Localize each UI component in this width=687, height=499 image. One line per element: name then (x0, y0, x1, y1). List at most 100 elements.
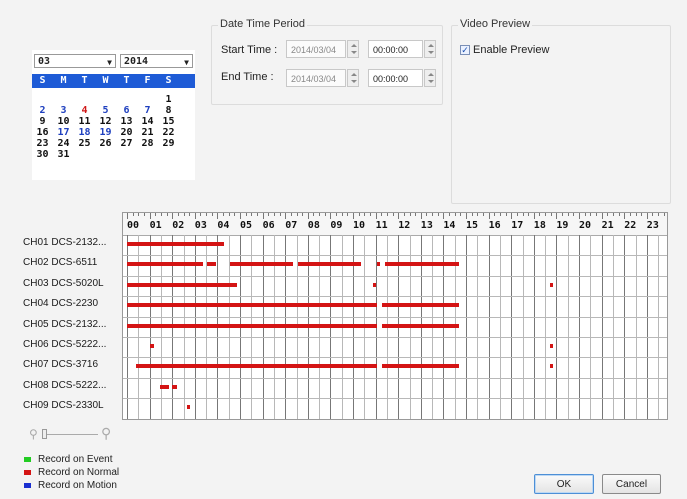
calendar-day[interactable]: 16 (32, 127, 53, 138)
weekday-header: SMTWTFS (32, 74, 195, 88)
date-time-period-group: Date Time Period (211, 18, 443, 105)
calendar-day[interactable]: 2 (32, 105, 53, 116)
ruler-tick (663, 213, 665, 216)
calendar-day[interactable]: 9 (32, 116, 53, 127)
calendar-day[interactable]: 8 (158, 105, 179, 116)
calendar-day[interactable]: 5 (95, 105, 116, 116)
calendar-day[interactable]: 19 (95, 127, 116, 138)
calendar-day[interactable]: 27 (116, 138, 137, 149)
grid-line-horizontal (123, 377, 667, 379)
recording-segment[interactable] (382, 303, 460, 308)
ruler-tick (290, 213, 292, 216)
ok-button[interactable]: OK (534, 474, 594, 494)
recording-timeline[interactable]: 00 01 02 03 04 05 06 07 08 09 10 11 12 13 14 15 16 17 18 19… (122, 212, 668, 420)
recording-segment[interactable] (136, 364, 377, 369)
calendar-day[interactable]: 13 (116, 116, 137, 127)
calendar-day[interactable]: 26 (95, 138, 116, 149)
calendar-day[interactable]: 3 (53, 105, 74, 116)
end-time-spinner[interactable] (424, 69, 436, 87)
recording-segment[interactable] (127, 262, 203, 267)
recording-segment[interactable] (159, 384, 169, 389)
ruler-tick (166, 213, 168, 216)
recording-segment[interactable] (376, 262, 380, 267)
recording-segment[interactable] (382, 364, 460, 369)
month-value: 03 (38, 56, 51, 67)
calendar-day[interactable]: 11 (74, 116, 95, 127)
calendar-day[interactable]: 31 (53, 149, 74, 160)
calendar-day (74, 149, 95, 160)
recording-segment[interactable] (384, 262, 460, 267)
ruler-tick (573, 213, 575, 216)
recording-segment[interactable] (172, 384, 177, 389)
calendar-day[interactable]: 21 (137, 127, 158, 138)
legend-swatch (24, 483, 31, 488)
recording-segment[interactable] (127, 242, 225, 246)
recording-segment[interactable] (549, 282, 553, 287)
ruler-tick (460, 213, 462, 216)
hour-label: 14 (443, 220, 456, 231)
ruler-tick (217, 213, 219, 219)
recording-segment[interactable] (149, 344, 155, 348)
hour-label: 16 (488, 220, 501, 231)
start-date-field[interactable]: 2014/03/04 (286, 40, 346, 58)
ruler-tick (228, 213, 230, 216)
ruler-tick (206, 213, 208, 216)
recording-segment[interactable] (127, 303, 377, 308)
recording-segment[interactable] (382, 323, 460, 328)
calendar-day[interactable]: 18 (74, 127, 95, 138)
end-time-field[interactable]: 00:00:00 (368, 69, 423, 87)
recording-segment[interactable] (549, 364, 553, 369)
calendar-day[interactable]: 22 (158, 127, 179, 138)
calendar-day[interactable]: 6 (116, 105, 137, 116)
start-time-spinner[interactable] (424, 40, 436, 58)
calendar-day[interactable]: 23 (32, 138, 53, 149)
ruler-tick (211, 213, 213, 216)
zoom-slider-track[interactable] (42, 434, 98, 435)
enable-preview-checkbox[interactable]: ✓ (460, 45, 470, 55)
calendar-day[interactable]: 24 (53, 138, 74, 149)
calendar-day[interactable]: 28 (137, 138, 158, 149)
calendar-day (137, 149, 158, 160)
calendar-day[interactable]: 17 (53, 127, 74, 138)
zoom-out-icon[interactable]: ⚲ (29, 427, 38, 441)
zoom-slider-thumb[interactable] (42, 429, 47, 439)
recording-segment[interactable] (186, 405, 190, 410)
ruler-tick (155, 213, 157, 216)
recording-segment[interactable] (297, 262, 361, 267)
calendar-day[interactable]: 30 (32, 149, 53, 160)
ruler-tick (172, 213, 174, 219)
cancel-button[interactable]: Cancel (602, 474, 661, 494)
recording-segment[interactable] (127, 323, 377, 328)
enable-preview-label: Enable Preview (473, 44, 550, 56)
start-time-field[interactable]: 00:00:00 (368, 40, 423, 58)
calendar-day[interactable]: 1 (158, 94, 179, 105)
calendar-day[interactable]: 12 (95, 116, 116, 127)
start-date-spinner[interactable] (347, 40, 359, 58)
channel-label: CH02 DCS-6511 (23, 257, 98, 269)
calendar-day[interactable]: 15 (158, 116, 179, 127)
recording-segment[interactable] (373, 282, 377, 287)
calendar-week: 30 31 (32, 149, 195, 160)
ruler-tick (471, 213, 473, 216)
hour-label: 22 (624, 220, 637, 231)
end-date-field[interactable]: 2014/03/04 (286, 69, 346, 87)
calendar-day[interactable]: 14 (137, 116, 158, 127)
calendar-day[interactable]: 10 (53, 116, 74, 127)
calendar-day[interactable]: 25 (74, 138, 95, 149)
zoom-in-icon[interactable]: ⚲ (101, 425, 111, 442)
hour-label: 10 (353, 220, 366, 231)
calendar-day[interactable]: 29 (158, 138, 179, 149)
calendar-day[interactable]: 20 (116, 127, 137, 138)
ruler-tick (579, 213, 580, 219)
month-select[interactable]: 03 ▼ (34, 54, 116, 68)
calendar-day[interactable]: 7 (137, 105, 158, 116)
recording-segment[interactable] (127, 282, 237, 287)
hour-label: 03 (194, 220, 207, 231)
recording-segment[interactable] (229, 262, 294, 267)
recording-segment[interactable] (549, 344, 553, 348)
calendar-day[interactable]: 4 (74, 105, 95, 116)
ruler-tick (505, 213, 507, 216)
end-date-spinner[interactable] (347, 69, 359, 87)
recording-segment[interactable] (207, 262, 217, 267)
year-select[interactable]: 2014 ▼ (120, 54, 193, 68)
